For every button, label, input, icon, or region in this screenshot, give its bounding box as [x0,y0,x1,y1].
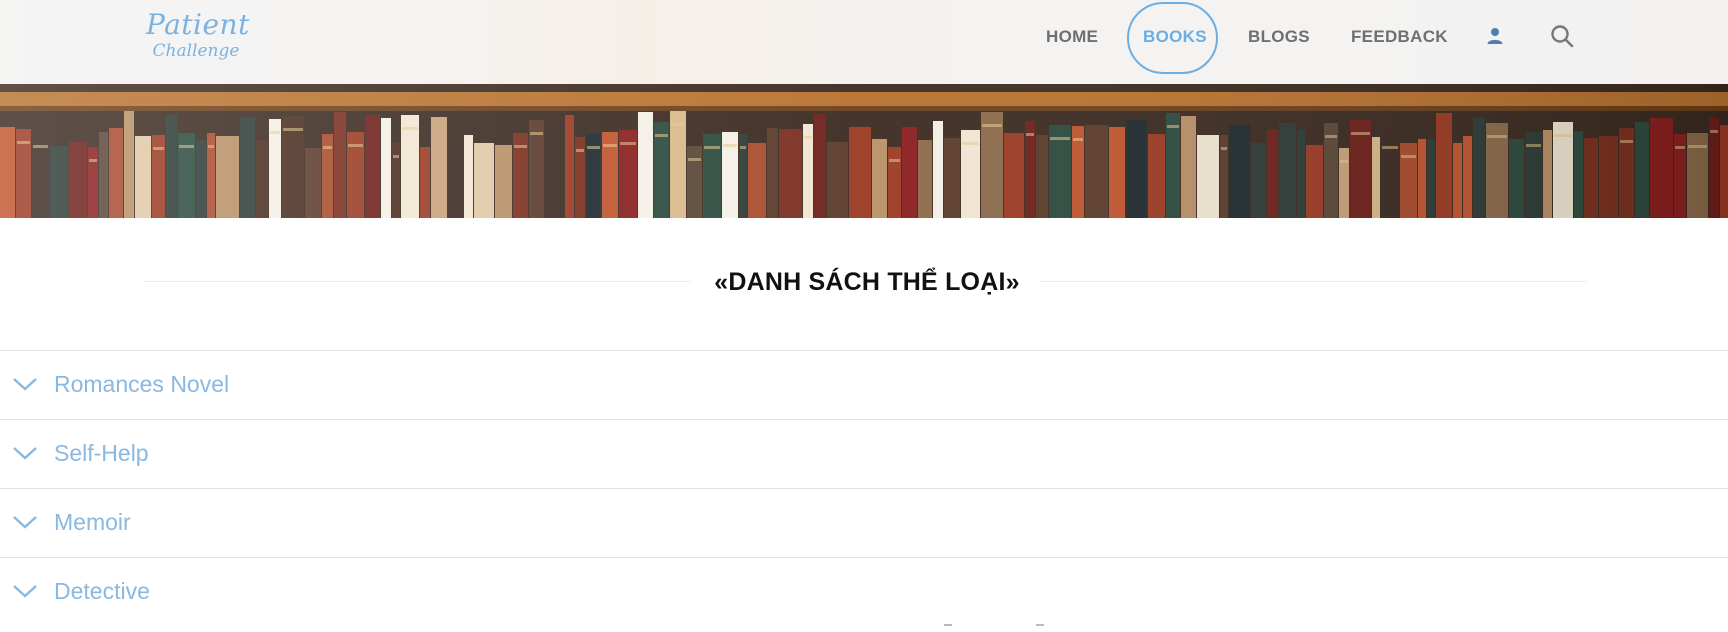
accordion-item-label: Self-Help [54,440,149,466]
nav-feedback-link[interactable]: FEEDBACK [1351,27,1448,47]
cutoff-mark [1036,624,1044,626]
accordion-item-memoir[interactable]: Memoir [0,488,1728,557]
accordion-item-label: Memoir [54,509,131,535]
nav-blogs-link[interactable]: BLOGS [1248,27,1310,47]
main-nav: HOME BOOKS BLOGS FEEDBACK [0,0,1728,84]
accordion-item-self-help[interactable]: Self-Help [0,419,1728,488]
user-icon[interactable] [1486,27,1504,45]
accordion-item-romances-novel[interactable]: Romances Novel [0,350,1728,419]
nav-home-link[interactable]: HOME [1046,27,1098,47]
section-heading: «DANH SÁCH THỂ LOẠI» [144,264,1586,300]
page-title: «DANH SÁCH THỂ LOẠI» [714,268,1020,296]
site-header: Patient Challenge HOME BOOKS BLOGS FEEDB… [0,0,1728,84]
accordion-item-label: Detective [54,578,150,604]
cutoff-mark [944,624,952,626]
accordion-item-label: Romances Novel [54,371,230,397]
chevron-down-icon [12,513,38,531]
accordion-item-detective[interactable]: Detective [0,557,1728,626]
search-icon[interactable] [1550,24,1574,48]
category-accordion: Romances Novel Self-Help Memoir Detectiv… [0,350,1728,626]
title-divider-right [1040,281,1586,282]
nav-books-link[interactable]: BOOKS [1143,27,1207,47]
title-divider-left [144,281,691,282]
chevron-down-icon [12,375,38,393]
chevron-down-icon [12,582,38,600]
chevron-down-icon [12,444,38,462]
